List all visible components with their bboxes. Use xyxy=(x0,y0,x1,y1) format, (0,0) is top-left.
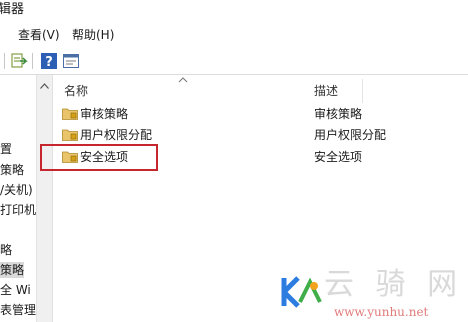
column-header-name[interactable]: 名称 xyxy=(64,79,88,103)
tree-item[interactable]: 置 xyxy=(0,141,12,157)
toolbar-separator xyxy=(32,53,33,69)
menu-view[interactable]: 查看(V) xyxy=(18,27,60,43)
toolbar-separator xyxy=(4,53,5,69)
item-description: 用户权限分配 xyxy=(314,128,387,142)
menu-help[interactable]: 帮助(H) xyxy=(72,27,114,43)
svg-text:?: ? xyxy=(45,55,53,70)
toolbar: ? xyxy=(0,48,468,75)
tree-item[interactable]: 打印机 xyxy=(0,202,36,218)
menu-item-partial[interactable] xyxy=(0,27,10,43)
watermark-text: 云 骑 网 xyxy=(324,267,464,302)
tree-item[interactable]: /关机) xyxy=(0,182,33,198)
export-list-icon[interactable] xyxy=(10,52,28,70)
item-description: 审核策略 xyxy=(314,107,363,121)
item-description: 安全选项 xyxy=(314,150,363,164)
tree-item[interactable]: 略 xyxy=(0,242,12,258)
watermark-logo-icon xyxy=(281,276,322,308)
tree-item-selected[interactable]: 策略 xyxy=(0,262,25,278)
policy-folder-icon xyxy=(62,108,78,120)
list-item[interactable]: 审核策略 审核策略 xyxy=(54,104,468,124)
sort-ascending-icon xyxy=(178,77,188,83)
tree-item[interactable]: 策略 xyxy=(0,162,24,178)
column-header-description[interactable]: 描述 xyxy=(314,79,338,103)
policy-folder-icon xyxy=(62,129,78,141)
tree-item[interactable]: 全 Wi xyxy=(0,282,31,298)
watermark-url: www.yunhu.net xyxy=(334,305,429,319)
watermark: 云 骑 网 www.yunhu.net xyxy=(278,258,468,322)
tree-item[interactable]: 表管理 xyxy=(0,302,36,318)
console-tree: 置 策略 /关机) 打印机 略 策略 全 Wi 表管理 xyxy=(0,75,53,322)
menu-bar: 查看(V) 帮助(H) xyxy=(0,24,468,46)
list-item[interactable]: 用户权限分配 用户权限分配 xyxy=(54,125,468,145)
title-bar: 辑器 xyxy=(0,0,468,22)
tree-scrollbar[interactable] xyxy=(36,75,52,322)
scroll-up-icon[interactable] xyxy=(40,83,49,89)
column-separator[interactable] xyxy=(362,79,363,103)
help-icon[interactable]: ? xyxy=(40,52,58,70)
highlight-box xyxy=(40,144,158,171)
item-name: 审核策略 xyxy=(80,107,129,121)
item-name: 用户权限分配 xyxy=(80,128,153,142)
window-title: 辑器 xyxy=(0,2,25,17)
properties-icon[interactable] xyxy=(62,52,80,70)
